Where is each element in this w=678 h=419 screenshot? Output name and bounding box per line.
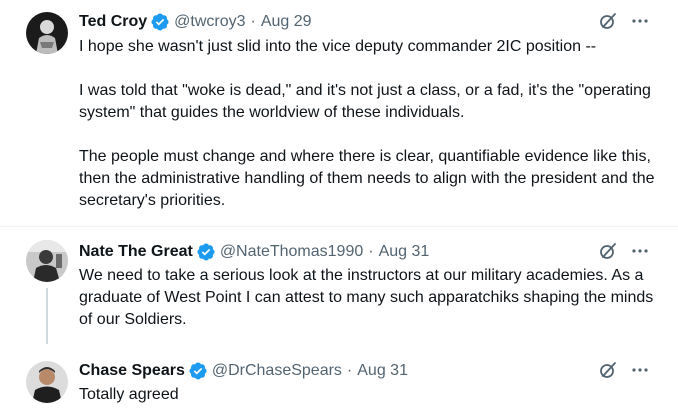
avatar[interactable] [26, 361, 68, 403]
post-paragraph: The people must change and where there i… [79, 148, 655, 209]
post-paragraph: Totally agreed [79, 386, 179, 403]
grok-icon[interactable] [598, 11, 618, 31]
more-icon[interactable] [630, 360, 650, 380]
post-text: I hope she wasn't just slid into the vic… [79, 36, 659, 212]
post-timestamp[interactable]: Aug 31 [357, 362, 408, 380]
separator: · [346, 362, 353, 379]
author-handle[interactable]: @DrChaseSpears [212, 362, 342, 380]
verified-badge-icon [188, 361, 208, 381]
author-name[interactable]: Nate The Great [79, 243, 193, 261]
more-icon[interactable] [630, 11, 650, 31]
post-text: We need to take a serious look at the in… [79, 265, 659, 331]
grok-icon[interactable] [598, 360, 618, 380]
post-paragraph: I was told that "woke is dead," and it's… [79, 82, 651, 121]
more-icon[interactable] [630, 241, 650, 261]
avatar[interactable] [26, 12, 68, 54]
verified-badge-icon [196, 242, 216, 262]
author-handle[interactable]: @NateThomas1990 [220, 243, 363, 261]
separator: · [368, 243, 374, 260]
post-chase-spears[interactable]: Chase Spears @DrChaseSpears · Aug 31 Tot… [0, 347, 678, 419]
grok-icon[interactable] [598, 241, 618, 261]
post-header: Nate The Great @NateThomas1990 · Aug 31 [79, 241, 678, 263]
post-header: Ted Croy @twcroy3 · Aug 29 [79, 11, 678, 33]
post-timestamp[interactable]: Aug 29 [261, 13, 312, 31]
post-paragraph: We need to take a serious look at the in… [79, 267, 654, 328]
verified-badge-icon [150, 12, 170, 32]
post-text: Totally agreed [79, 384, 659, 406]
author-handle[interactable]: @twcroy3 [174, 13, 245, 31]
avatar[interactable] [26, 240, 68, 282]
author-name[interactable]: Chase Spears [79, 362, 185, 380]
post-timestamp[interactable]: Aug 31 [379, 243, 430, 261]
separator: · [250, 13, 256, 30]
post-paragraph: I hope she wasn't just slid into the vic… [79, 38, 597, 55]
post-nate-the-great[interactable]: Nate The Great @NateThomas1990 · Aug 31 … [0, 227, 678, 347]
post-header: Chase Spears @DrChaseSpears · Aug 31 [79, 360, 678, 382]
post-ted-croy[interactable]: Ted Croy @twcroy3 · Aug 29 I hope she wa… [0, 0, 678, 226]
author-name[interactable]: Ted Croy [79, 13, 147, 31]
